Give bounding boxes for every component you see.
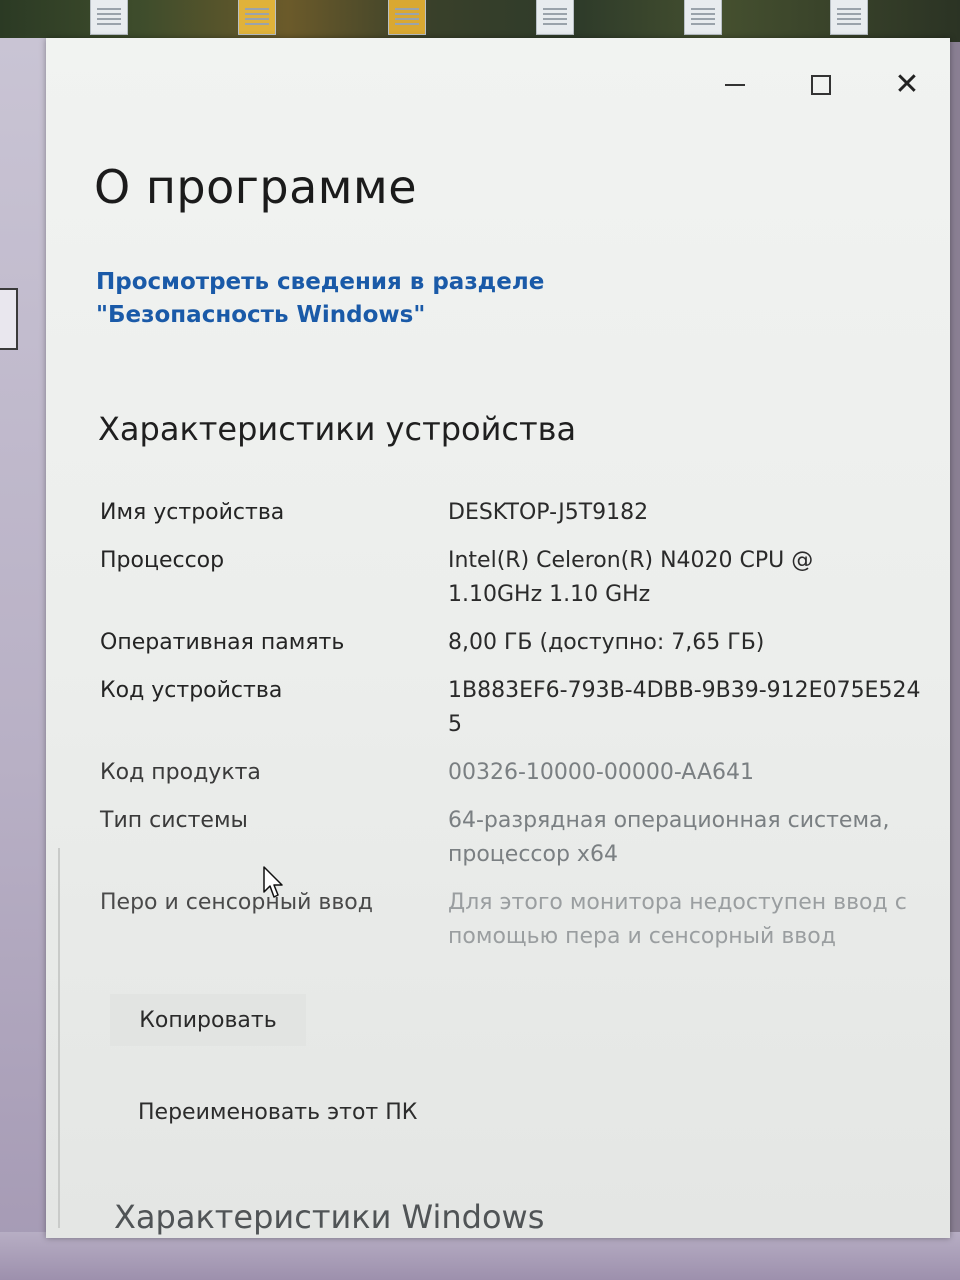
minimize-icon: [725, 84, 745, 86]
copy-button[interactable]: Копировать: [110, 994, 306, 1046]
spec-label: Процессор: [100, 548, 225, 573]
windows-security-link[interactable]: Просмотреть сведения в разделе "Безопасн…: [96, 266, 736, 332]
spec-row-processor: Процессор Intel(R) Celeron(R) N4020 CPU …: [100, 544, 930, 612]
desktop-file-icon[interactable]: [684, 0, 722, 35]
device-specs-heading: Характеристики устройства: [98, 410, 577, 448]
spec-row-ram: Оперативная память 8,00 ГБ (доступно: 7,…: [100, 626, 930, 660]
close-button[interactable]: ✕: [864, 60, 950, 110]
divider: [58, 848, 60, 1228]
desktop-file-icon[interactable]: [536, 0, 574, 35]
spec-value: 64-разрядная операционная система, проце…: [448, 808, 890, 867]
spec-label: Тип системы: [100, 808, 248, 833]
desktop-folder-icon[interactable]: [388, 0, 426, 35]
desktop-file-icon[interactable]: [830, 0, 868, 35]
desktop-folder-icon[interactable]: [238, 0, 276, 35]
spec-label: Оперативная память: [100, 630, 345, 655]
spec-row-product-id: Код продукта 00326-10000-00000-AA641: [100, 756, 930, 790]
spec-value: Intel(R) Celeron(R) N4020 CPU @ 1.10GHz …: [448, 548, 814, 607]
mouse-cursor-icon: [263, 866, 283, 898]
spec-value: Для этого монитора недоступен ввод с пом…: [448, 890, 907, 949]
about-window: ✕ О программе Просмотреть сведения в раз…: [46, 38, 950, 1238]
rename-pc-link[interactable]: Переименовать этот ПК: [138, 1100, 417, 1125]
spec-value: 8,00 ГБ (доступно: 7,65 ГБ): [448, 630, 765, 655]
spec-row-pen-touch: Перо и сенсорный ввод Для этого монитора…: [100, 886, 930, 954]
windows-specs-heading: Характеристики Windows: [114, 1198, 545, 1236]
minimize-button[interactable]: [692, 60, 778, 110]
maximize-button[interactable]: [778, 60, 864, 110]
close-icon: ✕: [894, 67, 920, 102]
desktop-background: [0, 0, 960, 42]
spec-value: 00326-10000-00000-AA641: [448, 760, 754, 785]
spec-row-system-type: Тип системы 64-разрядная операционная си…: [100, 804, 930, 872]
window-controls: ✕: [692, 60, 950, 110]
spec-row-device-id: Код устройства 1B883EF6-793B-4DBB-9B39-9…: [100, 674, 930, 742]
maximize-icon: [811, 75, 831, 95]
spec-value: 1B883EF6-793B-4DBB-9B39-912E075E5245: [448, 678, 921, 737]
page-title: О программе: [94, 160, 418, 214]
background-window: [0, 38, 48, 1243]
desktop-file-icon[interactable]: [90, 0, 128, 35]
spec-value: DESKTOP-J5T9182: [448, 500, 649, 525]
spec-label: Код устройства: [100, 678, 283, 703]
spec-label: Имя устройства: [100, 500, 285, 525]
spec-label: Код продукта: [100, 760, 261, 785]
background-window-control[interactable]: [0, 288, 18, 350]
device-specs-table: Имя устройства DESKTOP-J5T9182 Процессор…: [100, 496, 930, 968]
spec-row-device-name: Имя устройства DESKTOP-J5T9182: [100, 496, 930, 530]
taskbar-area: [0, 1232, 960, 1280]
